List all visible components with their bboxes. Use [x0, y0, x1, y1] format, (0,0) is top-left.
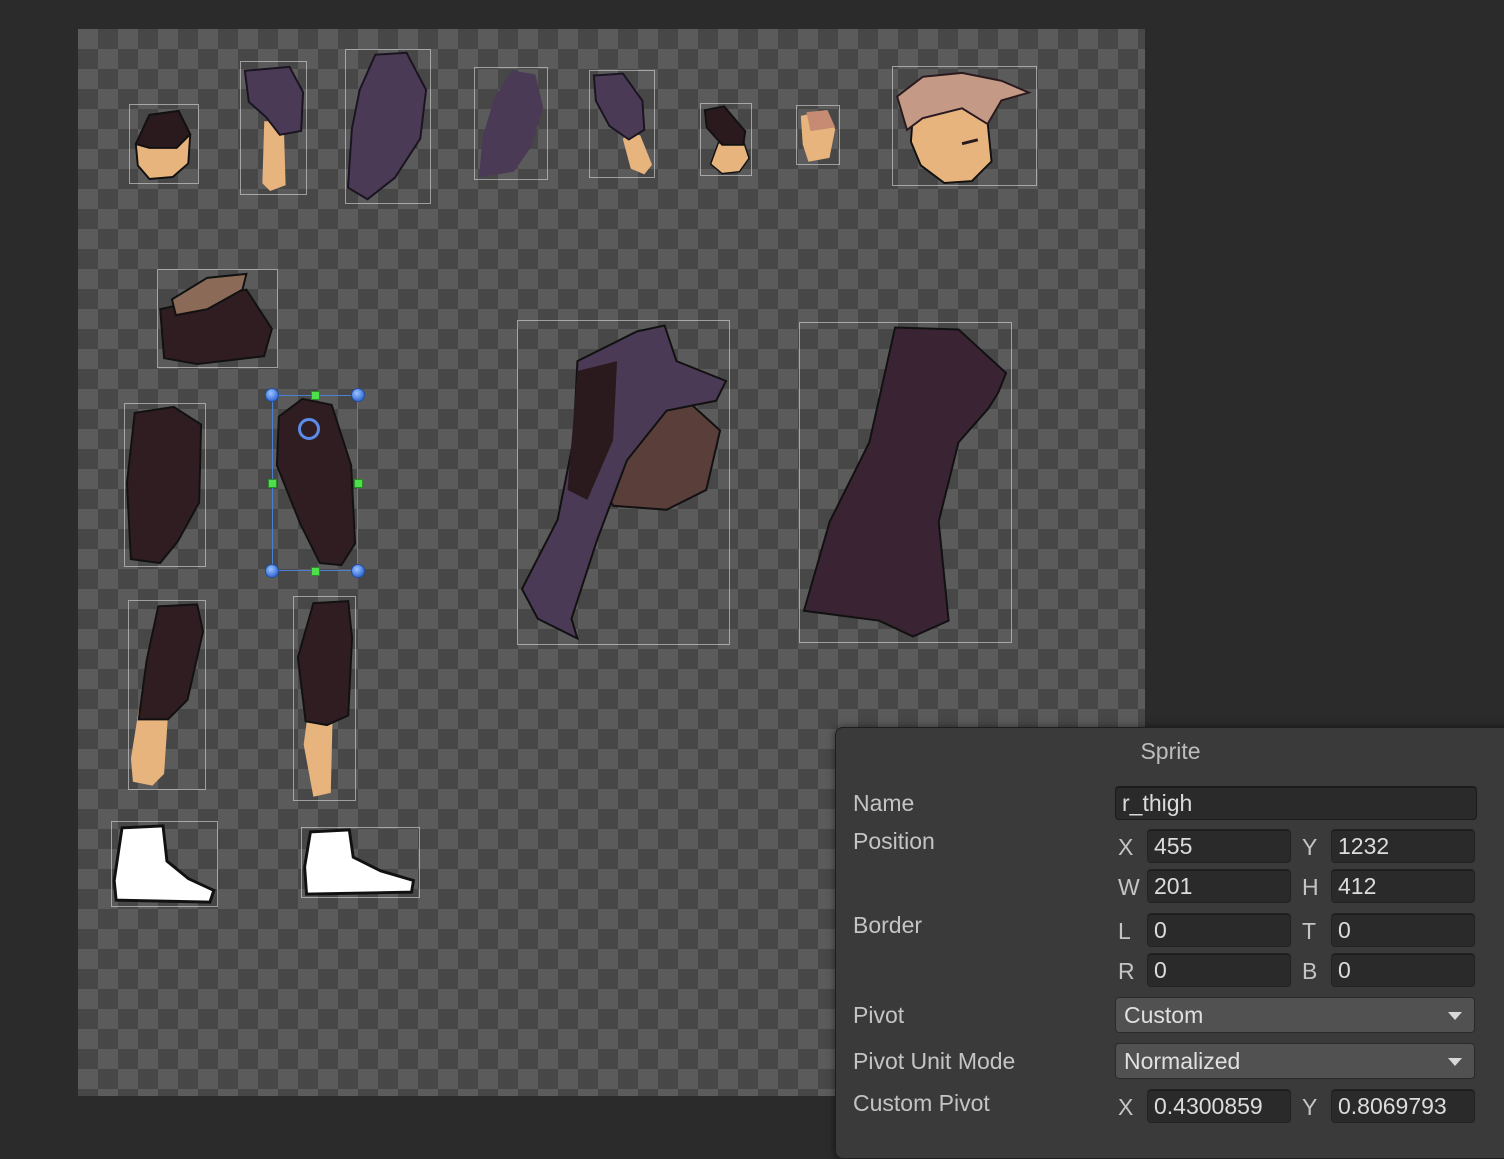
sprite-upper-arm[interactable]	[345, 49, 431, 204]
l-thigh-icon	[125, 405, 203, 565]
sprite-name-field[interactable]: r_thigh	[1115, 786, 1477, 820]
border-r-label: R	[1118, 958, 1135, 984]
position-w-field[interactable]: 201	[1147, 869, 1291, 903]
border-l-label: L	[1118, 918, 1131, 944]
panel-title: Sprite	[1140, 738, 1201, 764]
name-label: Name	[853, 790, 915, 816]
position-x-field[interactable]: 455	[1147, 829, 1291, 863]
pivot-label: Pivot	[853, 1002, 905, 1028]
sprite-finger[interactable]	[796, 105, 840, 165]
glove-hand-icon	[134, 109, 192, 180]
border-b-field[interactable]: 0	[1331, 953, 1475, 987]
coat-icon	[802, 326, 1008, 638]
border-b-label: B	[1302, 958, 1318, 984]
custom-pivot-x-field[interactable]: 0.4300859	[1147, 1089, 1291, 1123]
upper-arm-back-icon	[478, 70, 544, 178]
resize-handle-top-right[interactable]	[351, 388, 365, 402]
sprite-r-foot[interactable]	[301, 827, 420, 898]
sprite-forearm-sleeve[interactable]	[240, 61, 307, 195]
pivot-unit-mode-value: Normalized	[1124, 1048, 1241, 1074]
position-y-field[interactable]: 1232	[1331, 829, 1475, 863]
sprite-coat[interactable]	[799, 322, 1012, 643]
l-shin-icon	[130, 603, 205, 786]
pivot-dropdown[interactable]: Custom	[1115, 997, 1475, 1033]
pivot-unit-mode-label: Pivot Unit Mode	[853, 1048, 1016, 1074]
sprite-glove-hand[interactable]	[129, 104, 199, 184]
resize-handle-bottom-left[interactable]	[265, 564, 279, 578]
position-y-label: Y	[1302, 834, 1318, 860]
sprite-head[interactable]	[892, 66, 1037, 186]
border-r-field[interactable]: 0	[1147, 953, 1291, 987]
resize-handle-bottom[interactable]	[311, 567, 320, 576]
pivot-dropdown-value: Custom	[1124, 1002, 1204, 1028]
sprite-upper-arm-back[interactable]	[474, 67, 548, 180]
custom-pivot-x-label: X	[1118, 1094, 1134, 1120]
sprite-r-shin[interactable]	[293, 596, 356, 801]
r-shin-icon	[296, 600, 354, 797]
glove-hand-back-icon	[703, 105, 750, 175]
custom-pivot-y-field[interactable]: 0.8069793	[1331, 1089, 1475, 1123]
sprite-forearm[interactable]	[589, 70, 655, 178]
head-icon	[896, 71, 1032, 185]
resize-handle-right[interactable]	[354, 479, 363, 488]
sprite-torso[interactable]	[517, 320, 730, 645]
position-h-label: H	[1302, 874, 1319, 900]
custom-pivot-y-label: Y	[1302, 1094, 1318, 1120]
position-w-label: W	[1118, 874, 1140, 900]
position-label: Position	[853, 828, 935, 854]
pivot-handle[interactable]	[298, 418, 320, 440]
dropdown-arrow-icon	[1448, 1058, 1462, 1066]
pelvis-icon	[159, 272, 273, 366]
resize-handle-top-left[interactable]	[265, 388, 279, 402]
torso-icon	[520, 324, 728, 641]
sprite-l-foot[interactable]	[111, 821, 218, 907]
forearm-sleeve-icon	[243, 65, 305, 192]
finger-icon	[800, 110, 836, 162]
r-foot-icon	[303, 828, 416, 896]
l-foot-icon	[112, 824, 216, 904]
border-l-field[interactable]: 0	[1147, 913, 1291, 947]
pivot-unit-mode-dropdown[interactable]: Normalized	[1115, 1043, 1475, 1079]
resize-handle-left[interactable]	[268, 479, 277, 488]
position-h-field[interactable]: 412	[1331, 869, 1475, 903]
dropdown-arrow-icon	[1448, 1012, 1462, 1020]
resize-handle-bottom-right[interactable]	[351, 564, 365, 578]
border-label: Border	[853, 912, 923, 938]
position-x-label: X	[1118, 834, 1134, 860]
border-t-label: T	[1302, 918, 1317, 944]
upper-arm-icon	[346, 51, 428, 201]
sprite-inspector-panel: Sprite Name r_thigh Position X 455 Y 123…	[835, 727, 1504, 1159]
sprite-glove-hand-back[interactable]	[700, 103, 752, 176]
sprite-pelvis[interactable]	[157, 269, 278, 368]
resize-handle-top[interactable]	[311, 391, 320, 400]
sprite-l-thigh[interactable]	[124, 403, 206, 567]
custom-pivot-label: Custom Pivot	[853, 1090, 990, 1116]
border-t-field[interactable]: 0	[1331, 913, 1475, 947]
forearm-icon	[592, 72, 653, 175]
sprite-l-shin[interactable]	[128, 600, 206, 790]
